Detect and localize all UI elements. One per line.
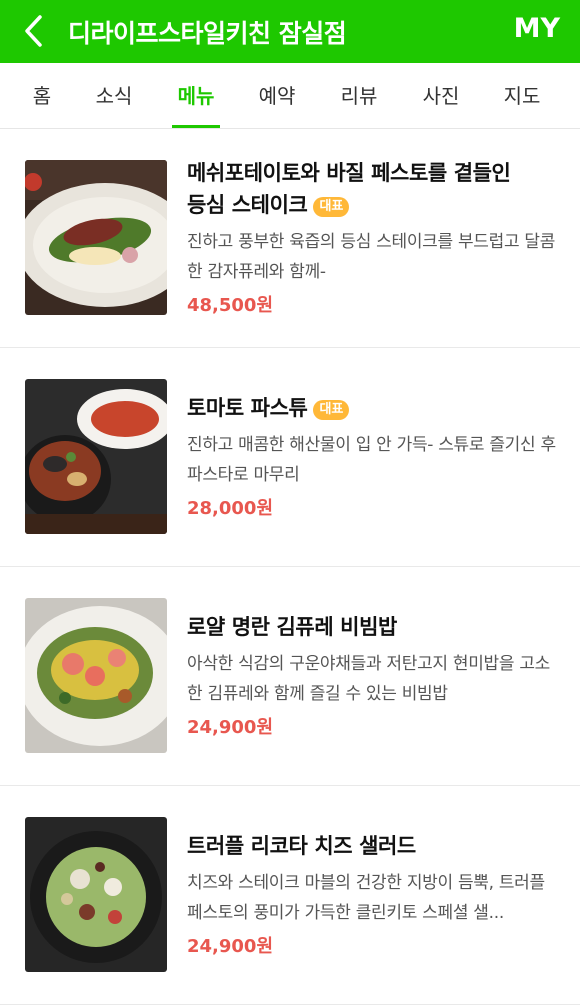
tab-reservation[interactable]: 예약 xyxy=(255,63,299,128)
menu-item-description: 치즈와 스테이크 마블의 건강한 지방이 듬뿍, 트러플 페스토의 풍미가 가득… xyxy=(187,873,545,923)
tab-home[interactable]: 홈 xyxy=(22,63,62,128)
menu-item[interactable]: 로얄 명란 김퓨레 비빔밥 아삭한 식감의 구운야채들과 저탄고지 현미밥을 고… xyxy=(0,567,580,786)
active-tab-indicator xyxy=(172,125,220,128)
menu-item-name: 메쉬포테이토와 바질 페스토를 곁들인 등심 스테이크 대표 xyxy=(187,161,511,217)
menu-item-price: 24,900원 xyxy=(187,717,274,738)
menu-item-image xyxy=(25,598,167,753)
menu-item-description: 아삭한 식감의 구운야채들과 저탄고지 현미밥을 고소한 김퓨레와 함께 즐길 … xyxy=(187,654,550,704)
menu-item-description: 진하고 매콤한 해산물이 입 안 가득- 스튜로 즐기신 후 파스타로 마무리 xyxy=(187,435,556,485)
tab-photo[interactable]: 사진 xyxy=(419,63,463,128)
tab-review[interactable]: 리뷰 xyxy=(337,63,381,128)
menu-item[interactable]: 토마토 파스튜 대표 진하고 매콤한 해산물이 입 안 가득- 스튜로 즐기신 후… xyxy=(0,348,580,567)
signature-badge: 대표 xyxy=(313,400,350,420)
tab-bar: 홈 소식 메뉴 예약 리뷰 사진 지도 xyxy=(0,63,580,129)
menu-item-name: 트러플 리코타 치즈 샐러드 xyxy=(187,834,416,858)
back-button[interactable] xyxy=(22,13,48,49)
menu-item-name: 토마토 파스튜 대표 xyxy=(187,392,557,424)
menu-item[interactable]: 메쉬포테이토와 바질 페스토를 곁들인 등심 스테이크 대표 진하고 풍부한 육즙… xyxy=(0,129,580,348)
menu-item-image xyxy=(25,817,167,972)
menu-item-price: 48,500원 xyxy=(187,295,274,316)
signature-badge: 대표 xyxy=(313,197,350,217)
menu-item-description: 진하고 풍부한 육즙의 등심 스테이크를 부드럽고 달콤한 감자퓨레와 함께- xyxy=(187,232,556,282)
chevron-left-icon xyxy=(25,15,42,47)
menu-item-price: 28,000원 xyxy=(187,498,274,519)
menu-item-name: 로얄 명란 김퓨레 비빔밥 xyxy=(187,615,397,639)
menu-item-price: 24,900원 xyxy=(187,936,274,957)
menu-item-image xyxy=(25,160,167,315)
menu-item-image xyxy=(25,379,167,534)
page-title: 디라이프스타일키친 잠실점 xyxy=(68,19,347,48)
app-header: 디라이프스타일키친 잠실점 MY xyxy=(0,0,580,63)
my-button[interactable]: MY xyxy=(514,13,560,44)
tab-map[interactable]: 지도 xyxy=(500,63,544,128)
tab-menu[interactable]: 메뉴 xyxy=(174,63,218,128)
tab-news[interactable]: 소식 xyxy=(92,63,136,128)
menu-item[interactable]: 트러플 리코타 치즈 샐러드 치즈와 스테이크 마블의 건강한 지방이 듬뿍, … xyxy=(0,786,580,1005)
